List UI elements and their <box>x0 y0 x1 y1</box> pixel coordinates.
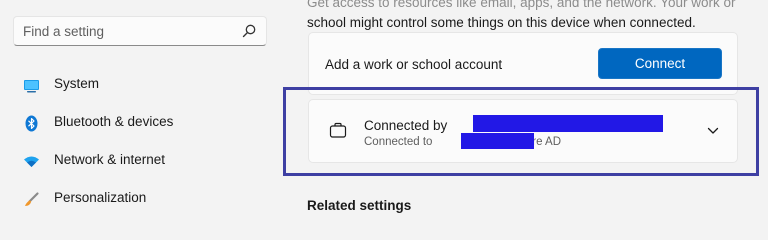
sidebar: System Bluetooth & devices Network & int… <box>0 0 280 218</box>
related-settings-heading: Related settings <box>307 198 412 213</box>
description-line-2: school might control some things on this… <box>307 15 696 30</box>
sidebar-item-system[interactable]: System <box>5 68 275 102</box>
subtitle-prefix: Connected to <box>364 136 433 148</box>
search-icon[interactable] <box>241 23 257 39</box>
briefcase-icon <box>329 122 347 138</box>
sidebar-item-personalization[interactable]: Personalization <box>5 182 275 216</box>
sidebar-item-network-internet[interactable]: Network & internet <box>5 144 275 178</box>
add-account-label: Add a work or school account <box>325 57 503 72</box>
search-box[interactable] <box>13 16 267 46</box>
system-monitor-icon <box>24 80 39 93</box>
connected-account-title: Connected by <box>364 118 448 133</box>
page-description: Get access to resources like email, apps… <box>307 0 747 33</box>
redaction-block <box>473 115 663 132</box>
add-account-card: Add a work or school account Connect <box>308 32 738 95</box>
sidebar-item-label: Network & internet <box>54 152 166 167</box>
sidebar-item-bluetooth-devices[interactable]: Bluetooth & devices <box>5 106 275 140</box>
connected-account-card[interactable]: Connected by Connected to Azure AD <box>308 99 738 163</box>
sidebar-item-label: Personalization <box>54 190 147 205</box>
sidebar-item-label: Bluetooth & devices <box>54 114 174 129</box>
redaction-block <box>461 133 534 149</box>
main-content: Get access to resources like email, apps… <box>280 0 768 218</box>
sidebar-item-label: System <box>54 76 100 91</box>
search-input[interactable] <box>23 21 233 41</box>
wifi-icon <box>24 156 39 167</box>
connect-button[interactable]: Connect <box>598 48 722 79</box>
bluetooth-icon <box>25 115 38 132</box>
brush-icon <box>25 192 39 206</box>
chevron-down-icon[interactable] <box>707 127 719 135</box>
description-line-1: Get access to resources like email, apps… <box>307 0 736 10</box>
